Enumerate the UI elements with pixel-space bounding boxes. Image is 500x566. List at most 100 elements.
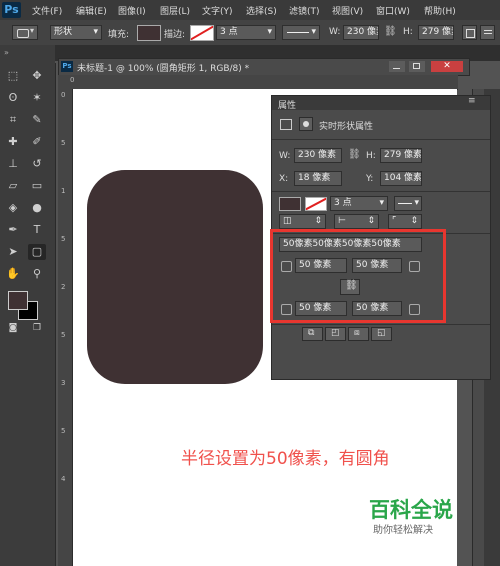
pen-tool-icon[interactable]: ✒ [4, 222, 22, 238]
minimize-button[interactable] [389, 61, 405, 72]
ruler-tick-label: 1 [61, 187, 66, 195]
options-bar: ▾ 形状 ▾ 填充: 描边: 3 点 ▾ ▾ W: 230 像素 ⛓ H: 27… [0, 20, 500, 46]
marquee-tool-icon[interactable]: ⬚ [4, 68, 22, 84]
collapse-icon[interactable]: » [4, 48, 9, 57]
eraser-tool-icon[interactable]: ▱ [4, 178, 22, 194]
chevron-down-icon: ▾ [379, 198, 384, 208]
clone-stamp-tool-icon[interactable]: ⊥ [4, 156, 22, 172]
chevron-down-icon: ⇕ [410, 216, 418, 226]
intersect-shapes-button[interactable]: ⧈ [348, 327, 369, 341]
menu-type[interactable]: 文字(Y) [202, 4, 233, 17]
menu-layer[interactable]: 图层(L) [160, 4, 190, 17]
highlight-frame [270, 229, 446, 323]
move-tool-icon[interactable]: ✥ [28, 68, 46, 84]
crop-tool-icon[interactable]: ⌗ [4, 112, 22, 128]
rounded-rectangle-shape[interactable] [87, 170, 263, 384]
panel-stroke-type-select[interactable]: ▾ [394, 196, 422, 211]
panel-fill-swatch[interactable] [279, 197, 301, 211]
menu-image[interactable]: 图像(I) [118, 4, 146, 17]
stroke-align-icon: ◫ [283, 216, 292, 226]
h-label: H: [403, 27, 413, 37]
hand-tool-icon[interactable]: ✋ [4, 266, 22, 282]
brush-tool-icon[interactable]: ✐ [28, 134, 46, 150]
stroke-swatch[interactable] [190, 25, 214, 41]
panel-x-field[interactable]: 18 像素 [294, 171, 342, 186]
fill-swatch[interactable] [137, 25, 161, 41]
path-ops-icon [466, 29, 475, 38]
stroke-corner-select[interactable]: ⌜ ⇕ [388, 214, 422, 229]
healing-brush-tool-icon[interactable]: ✚ [4, 134, 22, 150]
properties-panel-header: 属性 ≡ [272, 96, 490, 111]
close-button[interactable]: ✕ [431, 61, 463, 72]
line-style-icon [287, 32, 309, 33]
exclude-shapes-button[interactable]: ◱ [371, 327, 392, 341]
panel-w-label: W: [279, 151, 291, 161]
blur-tool-icon[interactable]: ◈ [4, 200, 22, 216]
width-field[interactable]: 230 像素 [343, 25, 379, 40]
stroke-cap-icon: ⊢ [338, 216, 346, 226]
panel-y-field[interactable]: 104 像素 [380, 171, 422, 186]
chevron-down-icon: ▾ [311, 27, 316, 37]
stroke-cap-select[interactable]: ⊢ ⇕ [334, 214, 379, 229]
link-icon[interactable]: ⛓ [384, 26, 397, 37]
horizontal-ruler: 0 [58, 75, 458, 90]
divider [272, 324, 490, 325]
combine-icon: ⧉ [308, 328, 315, 338]
tool-preset-picker[interactable]: ▾ [12, 25, 38, 40]
path-ops-button[interactable] [462, 25, 477, 40]
type-tool-icon[interactable]: T [28, 222, 46, 238]
fill-label: 填充: [108, 30, 130, 40]
panel-height-field[interactable]: 279 像素 [380, 148, 422, 163]
magic-wand-tool-icon[interactable]: ✶ [28, 90, 46, 106]
menu-window[interactable]: 窗口(W) [376, 4, 410, 17]
path-selection-tool-icon[interactable]: ➤ [4, 244, 22, 260]
menu-edit[interactable]: 编辑(E) [76, 4, 107, 17]
maximize-button[interactable] [409, 61, 425, 72]
intersect-icon: ⧈ [354, 328, 360, 338]
menu-help[interactable]: 帮助(H) [424, 4, 456, 17]
divider [272, 139, 490, 140]
mask-mode-button[interactable] [299, 117, 313, 131]
annotation-text: 半径设置为50像素，有圆角 [181, 449, 390, 469]
panel-menu-icon[interactable]: ≡ [468, 96, 476, 106]
stroke-type-select[interactable]: ▾ [282, 25, 320, 40]
w-label: W: [329, 27, 341, 37]
mask-icon [303, 121, 309, 127]
menu-view[interactable]: 视图(V) [332, 4, 363, 17]
photoshop-logo: Ps [2, 2, 21, 18]
menu-bar: Ps 文件(F) 编辑(E) 图像(I) 图层(L) 文字(Y) 选择(S) 滤… [0, 0, 500, 20]
subtract-shapes-button[interactable]: ◰ [325, 327, 346, 341]
combine-shapes-button[interactable]: ⧉ [302, 327, 323, 341]
link-dimensions-icon[interactable]: ⛓ [348, 149, 361, 160]
eyedropper-tool-icon[interactable]: ✎ [28, 112, 46, 128]
stroke-size-select[interactable]: 3 点 ▾ [216, 25, 276, 40]
menu-file[interactable]: 文件(F) [32, 4, 62, 17]
panel-width-field[interactable]: 230 像素 [294, 148, 342, 163]
lasso-tool-icon[interactable]: ʘ [4, 90, 22, 106]
chevron-down-icon: ▾ [267, 27, 272, 37]
path-align-icon [484, 30, 492, 31]
screen-mode-icon[interactable]: ❐ [28, 320, 46, 336]
height-field[interactable]: 279 像素 [418, 25, 454, 40]
rounded-rectangle-tool-icon[interactable]: ▢ [28, 244, 46, 260]
history-brush-tool-icon[interactable]: ↺ [28, 156, 46, 172]
chevron-down-icon: ▾ [93, 27, 98, 37]
menu-filter[interactable]: 滤镜(T) [289, 4, 320, 17]
stroke-label: 描边: [164, 30, 186, 40]
foreground-color-swatch[interactable] [8, 291, 28, 310]
panel-stroke-swatch[interactable] [305, 197, 327, 211]
gradient-tool-icon[interactable]: ▭ [28, 178, 46, 194]
shape-mode-icon[interactable] [280, 119, 292, 130]
zoom-tool-icon[interactable]: ⚲ [28, 266, 46, 282]
panel-stroke-size-select[interactable]: 3 点 ▾ [330, 196, 388, 211]
menu-select[interactable]: 选择(S) [246, 4, 277, 17]
mode-select[interactable]: 形状 ▾ [50, 25, 102, 40]
quick-mask-icon[interactable]: ◙ [4, 320, 22, 336]
ruler-tick-label: 5 [61, 235, 66, 243]
path-align-button[interactable] [480, 25, 495, 40]
maximize-icon [413, 63, 420, 69]
document-tab-title[interactable]: 未标题-1 @ 100% (圆角矩形 1, RGB/8) * [77, 61, 249, 74]
stroke-align-select[interactable]: ◫ ⇕ [279, 214, 326, 229]
dodge-tool-icon[interactable]: ● [28, 200, 46, 216]
ruler-tick-label: 0 [61, 91, 66, 99]
